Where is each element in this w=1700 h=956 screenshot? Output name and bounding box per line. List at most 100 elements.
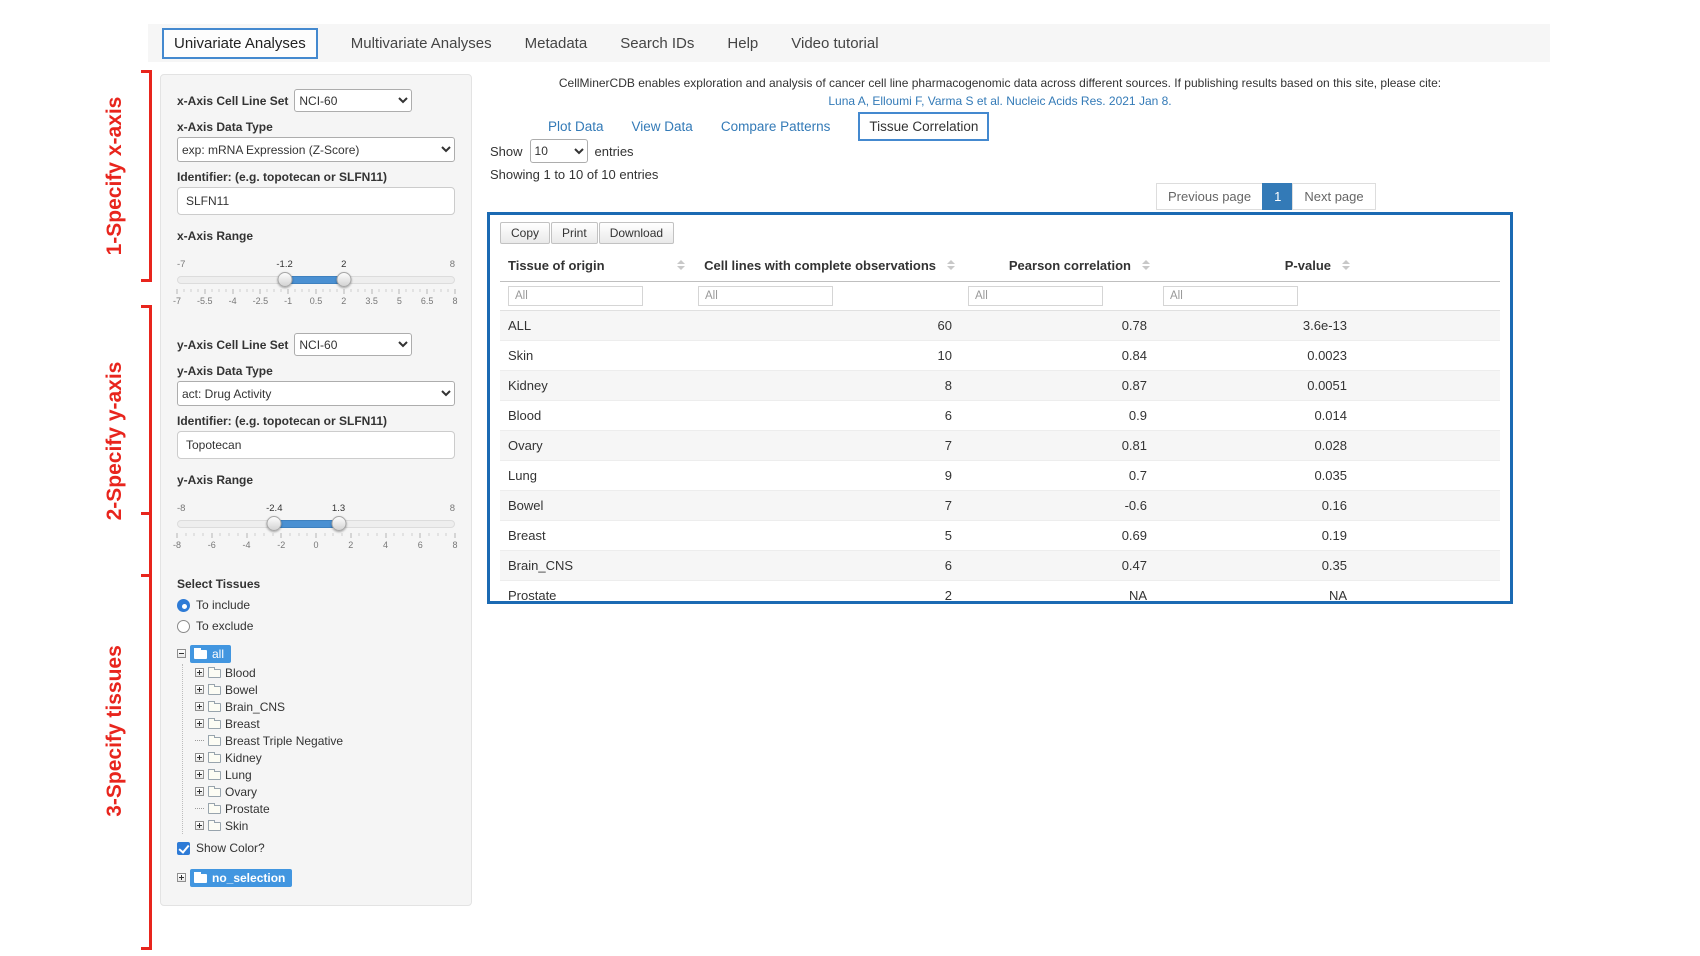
slider-tick-mark-minor	[394, 533, 395, 536]
entries-label: entries	[595, 144, 634, 159]
slider-tick-mark-minor	[329, 289, 330, 292]
sidebar-panel: x-Axis Cell Line Set NCI-60 x-Axis Data …	[160, 74, 472, 906]
column-header-p-value[interactable]: P-value	[1155, 250, 1355, 282]
tab-plot-data[interactable]: Plot Data	[548, 119, 604, 134]
show-label: Show	[490, 144, 523, 159]
tab-tissue-correlation[interactable]: Tissue Correlation	[858, 112, 989, 141]
filter-tissue-input[interactable]	[508, 286, 643, 306]
tree-item-breast[interactable]: Breast	[195, 715, 455, 732]
tree-item-skin[interactable]: Skin	[195, 817, 455, 834]
tree-item-lung[interactable]: Lung	[195, 766, 455, 783]
slider-tick-label: 0.5	[310, 296, 323, 306]
tree-item-prostate[interactable]: Prostate	[195, 800, 455, 817]
show-color-row[interactable]: Show Color?	[177, 841, 455, 855]
tab-view-data[interactable]: View Data	[632, 119, 693, 134]
next-page-button[interactable]: Next page	[1292, 183, 1375, 210]
tree-expander-icon[interactable]	[195, 719, 204, 728]
tree-expander-all[interactable]	[177, 649, 186, 658]
y-data-type-select[interactable]: act: Drug Activity	[177, 381, 455, 406]
tree-expander-icon[interactable]	[195, 770, 204, 779]
tree-node-no-selection-label: no_selection	[212, 871, 285, 885]
nav-search-ids[interactable]: Search IDs	[620, 35, 694, 52]
pagination: Previous page 1 Next page	[1157, 183, 1376, 210]
tree-item-bowel[interactable]: Bowel	[195, 681, 455, 698]
tree-node-all-chip[interactable]: all	[190, 645, 231, 663]
tissue-cell: Kidney	[500, 371, 690, 401]
table-row: ALL600.783.6e-13	[500, 311, 1500, 341]
filter-pearson-input[interactable]	[968, 286, 1103, 306]
x-range-slider[interactable]: -7 8 -1.2 2 -7-5.5-4-2.5-10.523.556.58	[177, 259, 455, 315]
slider-tick-mark-minor	[368, 533, 369, 536]
column-header-tissue-of-origin[interactable]: Tissue of origin	[500, 250, 690, 282]
tree-expander-icon[interactable]	[195, 753, 204, 762]
x-cell-line-set-select[interactable]: NCI-60	[294, 89, 412, 112]
print-button[interactable]: Print	[551, 222, 598, 244]
slider-tick-mark-minor	[253, 289, 254, 292]
tree-expander-no-selection[interactable]	[177, 873, 186, 882]
table-row: Lung90.70.035	[500, 461, 1500, 491]
slider-tick-mark-minor	[420, 289, 421, 292]
previous-page-button[interactable]: Previous page	[1156, 183, 1263, 210]
tree-item-ovary[interactable]: Ovary	[195, 783, 455, 800]
tree-item-breast-triple-negative[interactable]: Breast Triple Negative	[195, 732, 455, 749]
copy-button[interactable]: Copy	[500, 222, 550, 244]
filter-p-value-input[interactable]	[1163, 286, 1298, 306]
tree-expander-icon[interactable]	[195, 685, 204, 694]
radio-to-include[interactable]: To include	[177, 598, 455, 612]
filter-cell-lines-input[interactable]	[698, 286, 833, 306]
tree-item-blood[interactable]: Blood	[195, 664, 455, 681]
radio-to-exclude-control[interactable]	[177, 620, 190, 633]
nav-multivariate-analyses[interactable]: Multivariate Analyses	[351, 35, 492, 52]
slider-tick-mark-minor	[364, 289, 365, 292]
y-range-handle-from[interactable]	[267, 516, 282, 531]
tree-node-no-selection-chip[interactable]: no_selection	[190, 869, 292, 887]
tree-node-all[interactable]: all	[177, 645, 455, 662]
radio-to-include-control[interactable]	[177, 599, 190, 612]
slider-tick-mark	[371, 289, 372, 294]
tree-expander-icon[interactable]	[195, 668, 204, 677]
citation-text: CellMinerCDB enables exploration and ana…	[487, 76, 1513, 90]
tissue-cell: Ovary	[500, 431, 690, 461]
nav-help[interactable]: Help	[727, 35, 758, 52]
tab-compare-patterns[interactable]: Compare Patterns	[721, 119, 831, 134]
entries-per-page-select[interactable]: 10	[530, 139, 588, 163]
y-identifier-input[interactable]	[177, 431, 455, 459]
y-range-handle-to[interactable]	[331, 516, 346, 531]
x-range-handle-to[interactable]	[336, 272, 351, 287]
page-1-button[interactable]: 1	[1262, 183, 1293, 210]
y-range-slider[interactable]: -8 8 -2.4 1.3 -8-6-4-202468	[177, 503, 455, 559]
nav-video-tutorial[interactable]: Video tutorial	[791, 35, 878, 52]
tree-item-brain-cns[interactable]: Brain_CNS	[195, 698, 455, 715]
download-button[interactable]: Download	[599, 222, 674, 244]
value-cell: 0.014	[1155, 401, 1355, 431]
tree-expander-icon[interactable]	[195, 787, 204, 796]
sort-icon	[1142, 260, 1150, 270]
slider-tick-label: -6	[208, 540, 216, 550]
tree-node-no-selection[interactable]: no_selection	[177, 869, 455, 886]
show-color-checkbox[interactable]	[177, 842, 190, 855]
nav-univariate-analyses[interactable]: Univariate Analyses	[162, 28, 318, 59]
y-cell-line-set-select[interactable]: NCI-60	[294, 333, 412, 356]
tree-item-kidney[interactable]: Kidney	[195, 749, 455, 766]
x-range-handle-from[interactable]	[277, 272, 292, 287]
nav-metadata[interactable]: Metadata	[525, 35, 588, 52]
value-cell: NA	[960, 581, 1155, 611]
tree-item-label: Ovary	[225, 785, 257, 799]
y-identifier-label: Identifier: (e.g. topotecan or SLFN11)	[177, 414, 455, 428]
tree-item-label: Prostate	[225, 802, 270, 816]
slider-tick-label: 4	[383, 540, 388, 550]
x-data-type-select[interactable]: exp: mRNA Expression (Z-Score)	[177, 137, 455, 162]
tree-expander-icon[interactable]	[195, 702, 204, 711]
column-header-pearson-correlation[interactable]: Pearson correlation	[960, 250, 1155, 282]
slider-tick-mark-minor	[446, 533, 447, 536]
tree-expander-icon[interactable]	[195, 821, 204, 830]
citation-link[interactable]: Luna A, Elloumi F, Varma S et al. Nuclei…	[487, 94, 1513, 108]
filler-cell	[1355, 311, 1500, 341]
x-identifier-input[interactable]	[177, 187, 455, 215]
value-cell: -0.6	[960, 491, 1155, 521]
slider-tick-mark-minor	[437, 533, 438, 536]
slider-tick-mark-minor	[322, 289, 323, 292]
radio-to-exclude[interactable]: To exclude	[177, 619, 455, 633]
column-header-cell-lines[interactable]: Cell lines with complete observations	[690, 250, 960, 282]
slider-tick-mark-minor	[267, 289, 268, 292]
